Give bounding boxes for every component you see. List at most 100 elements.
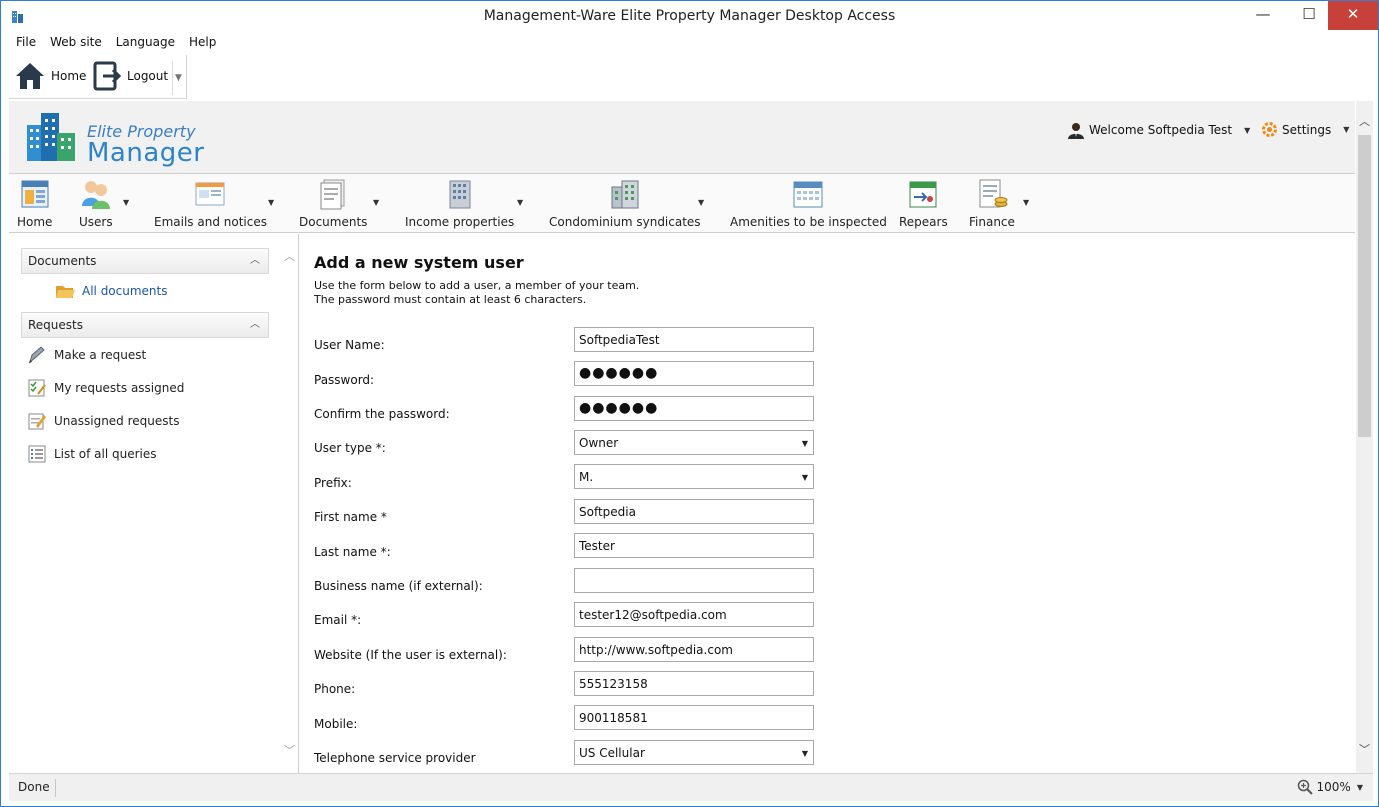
chevron-down-icon: ▼ bbox=[801, 473, 808, 482]
ribbon-amenities-inspected[interactable]: Amenities to be inspected bbox=[730, 178, 887, 229]
ribbon-condominium-syndicates[interactable]: Condominium syndicates bbox=[549, 178, 701, 229]
app-header: Elite Property Manager Welcome Softpedia… bbox=[9, 101, 1355, 173]
zoom-level: 100% bbox=[1316, 780, 1351, 794]
ribbon-income-dropdown[interactable]: ▼ bbox=[517, 198, 523, 207]
user-type-label: User type *: bbox=[314, 441, 386, 455]
ribbon-emails-label: Emails and notices bbox=[154, 215, 267, 229]
ribbon-amenities-label: Amenities to be inspected bbox=[730, 215, 887, 229]
user-menu[interactable]: Welcome Softpedia Test ▼ bbox=[1067, 121, 1250, 139]
ribbon-income-properties[interactable]: Income properties bbox=[405, 178, 514, 229]
business-name-input[interactable] bbox=[574, 568, 814, 593]
ribbon-condominium-label: Condominium syndicates bbox=[549, 215, 701, 229]
toolbar-logout-label: Logout bbox=[127, 69, 169, 83]
users-icon bbox=[81, 181, 110, 209]
status-bar: Done 100% ▼ bbox=[9, 773, 1373, 801]
menu-bar: File Web site Language Help bbox=[9, 32, 223, 54]
menu-language[interactable]: Language bbox=[109, 32, 182, 49]
ribbon-condominium-dropdown[interactable]: ▼ bbox=[698, 198, 704, 207]
finance-icon bbox=[979, 179, 1008, 208]
user-name-label: User Name: bbox=[314, 338, 385, 352]
telephone-provider-select[interactable]: US Cellular ▼ bbox=[574, 740, 814, 765]
collapse-icon[interactable]: ︿ bbox=[250, 313, 260, 337]
menu-file[interactable]: File bbox=[9, 32, 43, 49]
logout-icon bbox=[93, 61, 122, 91]
business-name-label: Business name (if external): bbox=[314, 579, 483, 593]
sidebar-item-my-requests[interactable]: My requests assigned bbox=[27, 378, 184, 398]
ribbon-users-dropdown[interactable]: ▼ bbox=[123, 198, 129, 207]
ribbon-emails-notices[interactable]: Emails and notices bbox=[154, 178, 267, 229]
form-intro-line1: Use the form below to add a user, a memb… bbox=[314, 279, 640, 292]
documents-panel-header[interactable]: Documents ︿ bbox=[21, 248, 269, 274]
ribbon-users[interactable]: Users bbox=[79, 178, 113, 229]
mobile-input[interactable]: 900118581 bbox=[574, 705, 814, 730]
toolbar-overflow-button[interactable]: ▼ bbox=[172, 61, 184, 95]
sidebar-item-all-documents[interactable]: All documents bbox=[55, 281, 168, 301]
sidebar-item-make-request[interactable]: Make a request bbox=[27, 345, 146, 365]
ribbon-emails-dropdown[interactable]: ▼ bbox=[268, 198, 274, 207]
prefix-select[interactable]: M. ▼ bbox=[574, 464, 814, 489]
last-name-input[interactable]: Tester bbox=[574, 533, 814, 558]
prefix-label: Prefix: bbox=[314, 476, 352, 490]
requests-panel-title: Requests bbox=[28, 318, 83, 332]
email-input[interactable]: tester12@softpedia.com bbox=[574, 602, 814, 627]
user-type-select[interactable]: Owner ▼ bbox=[574, 430, 814, 455]
status-text: Done bbox=[18, 780, 50, 794]
logo-buildings-icon bbox=[27, 113, 75, 161]
ribbon-documents[interactable]: Documents bbox=[299, 178, 367, 229]
chevron-down-icon: ▼ bbox=[801, 439, 808, 448]
first-name-input[interactable]: Softpedia bbox=[574, 499, 814, 524]
main-scrollbar[interactable]: ︿ ﹀ bbox=[1356, 101, 1373, 773]
toolbar-home-label: Home bbox=[51, 69, 87, 83]
sidebar-scroll-down-icon[interactable]: ﹀ bbox=[284, 742, 295, 758]
window-title: Management-Ware Elite Property Manager D… bbox=[483, 8, 896, 24]
settings-menu[interactable]: Settings ▼ bbox=[1261, 121, 1349, 138]
documents-panel-title: Documents bbox=[28, 254, 97, 268]
page-title: Add a new system user bbox=[314, 253, 524, 272]
password-input[interactable]: ●●●●●● bbox=[574, 361, 814, 386]
quick-toolbar: Home Logout ▼ bbox=[9, 55, 187, 99]
scrollbar-thumb[interactable] bbox=[1358, 135, 1371, 437]
sidebar-item-list-all-queries[interactable]: List of all queries bbox=[27, 444, 157, 464]
website-input[interactable]: http://www.softpedia.com bbox=[574, 637, 814, 662]
home-icon bbox=[16, 63, 44, 89]
email-window-icon bbox=[195, 182, 225, 206]
mobile-label: Mobile: bbox=[314, 717, 358, 731]
requests-panel-header[interactable]: Requests ︿ bbox=[21, 312, 269, 338]
user-avatar-icon bbox=[1068, 123, 1084, 139]
phone-label: Phone: bbox=[314, 682, 356, 696]
menu-web-site[interactable]: Web site bbox=[43, 32, 109, 49]
gear-icon bbox=[1262, 122, 1277, 137]
condo-building-icon bbox=[611, 180, 639, 209]
maximize-button[interactable]: ☐ bbox=[1286, 1, 1332, 30]
scroll-up-icon[interactable]: ︿ bbox=[1359, 113, 1370, 129]
confirm-password-label: Confirm the password: bbox=[314, 407, 450, 421]
repairs-calendar-icon bbox=[909, 181, 937, 208]
ribbon-finance-dropdown[interactable]: ▼ bbox=[1023, 198, 1029, 207]
minimize-button[interactable]: — bbox=[1240, 1, 1286, 30]
chevron-down-icon: ▼ bbox=[1244, 125, 1251, 135]
documents-icon bbox=[320, 179, 345, 210]
toolbar-home-button[interactable]: Home bbox=[13, 58, 86, 94]
ribbon-repears[interactable]: Repears bbox=[899, 178, 948, 229]
menu-help[interactable]: Help bbox=[182, 32, 223, 49]
main-content: Add a new system user Use the form below… bbox=[300, 234, 1355, 773]
zoom-control[interactable]: 100% ▼ bbox=[1297, 779, 1363, 795]
collapse-icon[interactable]: ︿ bbox=[250, 249, 260, 273]
confirm-password-input[interactable]: ●●●●●● bbox=[574, 396, 814, 421]
toolbar-logout-button[interactable]: Logout bbox=[93, 58, 168, 94]
status-divider bbox=[55, 779, 56, 797]
ribbon-home[interactable]: Home bbox=[17, 178, 52, 229]
email-label: Email *: bbox=[314, 613, 362, 627]
phone-input[interactable]: 555123158 bbox=[574, 671, 814, 696]
sidebar-item-unassigned-requests[interactable]: Unassigned requests bbox=[27, 411, 179, 431]
user-name-input[interactable]: SoftpediaTest bbox=[574, 327, 814, 352]
ribbon-home-label: Home bbox=[17, 215, 53, 229]
telephone-provider-value: US Cellular bbox=[579, 746, 645, 760]
sidebar-scroll-up-icon[interactable]: ︿ bbox=[284, 248, 295, 264]
scroll-down-icon[interactable]: ﹀ bbox=[1359, 741, 1370, 757]
ribbon-documents-dropdown[interactable]: ▼ bbox=[373, 198, 379, 207]
sidebar: Documents ︿ All documents Requests ︿ Mak… bbox=[9, 234, 299, 773]
ribbon-finance[interactable]: Finance bbox=[969, 178, 1015, 229]
all-documents-link[interactable]: All documents bbox=[82, 284, 168, 298]
close-button[interactable]: ✕ bbox=[1328, 1, 1378, 30]
